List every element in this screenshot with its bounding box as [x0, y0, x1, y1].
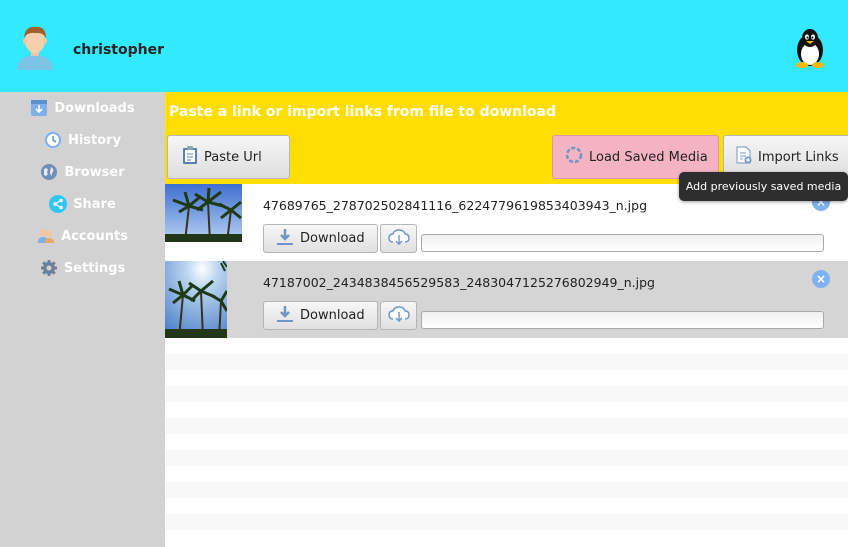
download-label: Download	[300, 231, 365, 246]
sidebar-item-history[interactable]: History	[0, 128, 165, 152]
tux-penguin-icon	[793, 28, 827, 68]
refresh-icon	[565, 146, 583, 168]
toolbar-title: Paste a link or import links from file t…	[169, 104, 557, 120]
paste-url-button[interactable]: Paste Url	[167, 135, 290, 179]
tooltip: Add previously saved media	[679, 172, 848, 201]
sidebar: Downloads History Browser Share Accounts…	[0, 92, 165, 547]
empty-row-stripe	[165, 418, 848, 434]
empty-row-stripe	[165, 482, 848, 498]
import-file-icon	[736, 146, 752, 168]
download-list: 47689765_278702502841116_622477961985340…	[165, 184, 848, 547]
thumbnail-image	[165, 184, 242, 261]
sidebar-item-share[interactable]: Share	[0, 192, 165, 216]
file-name: 47689765_278702502841116_622477961985340…	[263, 198, 648, 213]
cloud-download-button[interactable]	[380, 301, 417, 330]
empty-row-stripe	[165, 386, 848, 402]
sidebar-item-browser[interactable]: Browser	[0, 160, 165, 184]
sidebar-item-accounts[interactable]: Accounts	[0, 224, 165, 248]
header-bar: christopher	[0, 0, 848, 92]
download-arrow-icon	[276, 228, 294, 250]
sidebar-item-label: Browser	[64, 164, 125, 180]
file-name: 47187002_2434838456529583_24830471252768…	[263, 275, 655, 290]
sidebar-item-label: Accounts	[61, 228, 128, 244]
import-links-label: Import Links	[758, 149, 839, 165]
download-progress-bar	[421, 311, 824, 329]
share-icon	[49, 195, 68, 213]
empty-row-stripe	[165, 354, 848, 370]
download-label: Download	[300, 308, 365, 323]
sidebar-item-label: History	[67, 132, 122, 148]
gear-icon	[40, 259, 58, 277]
sidebar-item-settings[interactable]: Settings	[0, 256, 165, 280]
sidebar-item-label: Downloads	[54, 100, 135, 116]
accounts-icon	[37, 227, 55, 245]
download-button[interactable]: Download	[263, 301, 378, 330]
paste-url-label: Paste Url	[204, 149, 262, 165]
globe-icon	[40, 163, 58, 181]
toolbar: Paste a link or import links from file t…	[165, 92, 848, 184]
username-label: christopher	[73, 42, 164, 58]
sidebar-item-downloads[interactable]: Downloads	[0, 96, 165, 120]
sidebar-item-label: Settings	[63, 260, 126, 276]
avatar[interactable]	[15, 24, 55, 70]
remove-item-close-icon[interactable]: ×	[812, 270, 830, 288]
clock-icon	[44, 131, 62, 149]
clipboard-icon	[182, 146, 198, 168]
download-arrow-icon	[276, 305, 294, 327]
download-progress-bar	[421, 234, 824, 252]
downloads-icon	[30, 99, 48, 117]
cloud-download-button[interactable]	[380, 224, 417, 253]
sidebar-item-label: Share	[73, 196, 116, 212]
list-item: 47187002_2434838456529583_24830471252768…	[165, 261, 848, 338]
cloud-download-icon	[387, 228, 410, 250]
download-button[interactable]: Download	[263, 224, 378, 253]
empty-row-stripe	[165, 450, 848, 466]
thumbnail-image	[165, 261, 227, 338]
load-saved-media-label: Load Saved Media	[589, 149, 708, 165]
empty-row-stripe	[165, 514, 848, 530]
cloud-download-icon	[387, 305, 410, 327]
